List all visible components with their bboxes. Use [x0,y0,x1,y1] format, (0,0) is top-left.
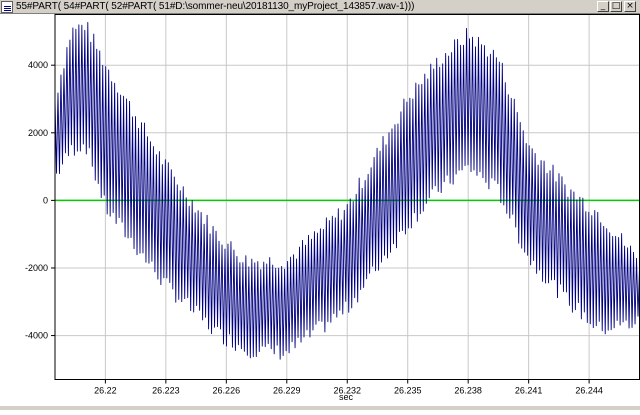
minimize-button[interactable]: _ [597,1,609,12]
close-button[interactable]: × [624,1,636,12]
y-tick-label: 4000 [28,60,48,70]
maximize-button[interactable]: □ [610,1,622,12]
x-tick-label: 26.244 [575,386,603,396]
y-tick-label: -4000 [25,331,48,341]
x-tick-label: 26.229 [273,386,301,396]
title-bar[interactable]: 55#PART( 54#PART( 52#PART( 51#D:\sommer-… [0,0,640,14]
plot-background [0,14,640,410]
app-icon[interactable] [1,1,13,13]
bottom-strip [0,406,640,410]
window-title: 55#PART( 54#PART( 52#PART( 51#D:\sommer-… [16,1,415,12]
x-tick-label: 26.238 [454,386,482,396]
y-tick-label: -2000 [25,263,48,273]
waveform-plot-area[interactable]: 4000 2000 0 -2000 -4000 26.22 26.223 26.226 26.… [0,14,640,410]
waveform-chart[interactable]: 4000 2000 0 -2000 -4000 26.22 26.223 26.226 26.… [0,14,640,410]
x-axis-label: sec [339,392,354,402]
y-tick-label: 2000 [28,128,48,138]
x-tick-label: 26.241 [515,386,543,396]
x-tick-label: 26.22 [94,386,117,396]
x-tick-label: 26.235 [394,386,422,396]
x-tick-label: 26.226 [213,386,241,396]
y-tick-label: 0 [43,195,48,205]
x-tick-label: 26.223 [152,386,180,396]
